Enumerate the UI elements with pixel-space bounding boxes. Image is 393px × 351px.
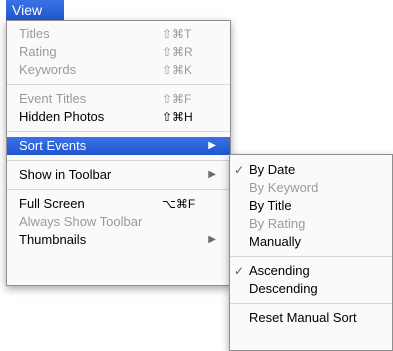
menu-item-shortcut: ⇧⌘T bbox=[162, 27, 192, 41]
menu-item-shortcut: ⇧⌘H bbox=[162, 110, 193, 124]
menu-separator bbox=[230, 256, 392, 257]
submenu-item-manually[interactable]: Manually bbox=[230, 233, 392, 251]
menu-item-thumbnails[interactable]: Thumbnails ▶ bbox=[7, 231, 230, 249]
sort-events-submenu: ✓ By Date By Keyword By Title By Rating … bbox=[229, 154, 393, 351]
menu-item-shortcut: ⇧⌘R bbox=[162, 45, 193, 59]
menu-item-hidden-photos[interactable]: Hidden Photos ⇧⌘H bbox=[7, 108, 230, 126]
submenu-item-label: By Keyword bbox=[249, 180, 319, 195]
menu-item-label: Keywords bbox=[19, 62, 77, 77]
menu-item-titles[interactable]: Titles ⇧⌘T bbox=[7, 25, 230, 43]
submenu-item-by-title[interactable]: By Title bbox=[230, 197, 392, 215]
check-icon: ✓ bbox=[234, 264, 245, 278]
menu-item-show-in-toolbar[interactable]: Show in Toolbar ▶ bbox=[7, 166, 230, 184]
menu-item-full-screen[interactable]: Full Screen ⌥⌘F bbox=[7, 195, 230, 213]
submenu-item-by-keyword[interactable]: By Keyword bbox=[230, 179, 392, 197]
menu-separator bbox=[7, 131, 230, 132]
submenu-arrow-icon: ▶ bbox=[208, 234, 216, 245]
submenu-item-label: Ascending bbox=[249, 263, 310, 278]
submenu-arrow-icon: ▶ bbox=[208, 169, 216, 180]
menu-item-sort-events[interactable]: Sort Events ▶ bbox=[7, 137, 230, 155]
submenu-item-ascending[interactable]: ✓ Ascending bbox=[230, 262, 392, 280]
menu-item-shortcut: ⇧⌘F bbox=[162, 92, 192, 106]
menu-item-shortcut: ⇧⌘K bbox=[162, 63, 193, 77]
menu-item-shortcut: ⌥⌘F bbox=[162, 197, 196, 211]
menu-separator bbox=[7, 84, 230, 85]
menu-item-label: Always Show Toolbar bbox=[19, 214, 143, 229]
submenu-arrow-icon: ▶ bbox=[208, 140, 216, 151]
menu-item-label: Full Screen bbox=[19, 196, 85, 211]
menu-item-keywords[interactable]: Keywords ⇧⌘K bbox=[7, 61, 230, 79]
submenu-item-descending[interactable]: Descending bbox=[230, 280, 392, 298]
menu-separator bbox=[7, 189, 230, 190]
view-menu: Titles ⇧⌘T Rating ⇧⌘R Keywords ⇧⌘K Event… bbox=[6, 20, 231, 286]
menu-item-rating[interactable]: Rating ⇧⌘R bbox=[7, 43, 230, 61]
view-menu-title[interactable]: View bbox=[6, 0, 64, 21]
submenu-item-by-date[interactable]: ✓ By Date bbox=[230, 161, 392, 179]
check-icon: ✓ bbox=[234, 163, 245, 177]
menu-item-label: Show in Toolbar bbox=[19, 167, 112, 182]
submenu-item-label: By Rating bbox=[249, 216, 306, 231]
submenu-item-label: By Title bbox=[249, 198, 292, 213]
submenu-item-label: Manually bbox=[249, 234, 302, 249]
menu-item-event-titles[interactable]: Event Titles ⇧⌘F bbox=[7, 90, 230, 108]
menu-item-label: Sort Events bbox=[19, 138, 87, 153]
menu-item-label: Rating bbox=[19, 44, 57, 59]
submenu-item-label: Reset Manual Sort bbox=[249, 310, 357, 325]
menu-item-always-show-toolbar[interactable]: Always Show Toolbar bbox=[7, 213, 230, 231]
submenu-item-label: Descending bbox=[249, 281, 318, 296]
menu-separator bbox=[7, 160, 230, 161]
menu-item-label: Titles bbox=[19, 26, 50, 41]
menu-item-label: Event Titles bbox=[19, 91, 87, 106]
menu-item-label: Thumbnails bbox=[19, 232, 87, 247]
submenu-item-by-rating[interactable]: By Rating bbox=[230, 215, 392, 233]
menu-separator bbox=[230, 303, 392, 304]
menu-item-label: Hidden Photos bbox=[19, 109, 105, 124]
submenu-item-label: By Date bbox=[249, 162, 296, 177]
submenu-item-reset-manual-sort[interactable]: Reset Manual Sort bbox=[230, 309, 392, 327]
